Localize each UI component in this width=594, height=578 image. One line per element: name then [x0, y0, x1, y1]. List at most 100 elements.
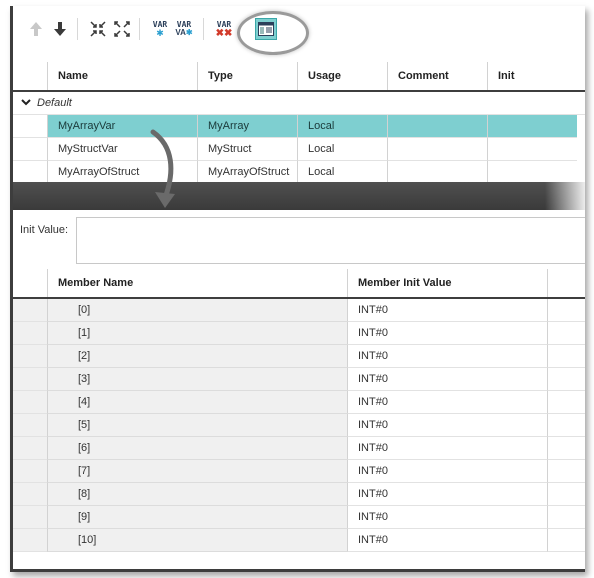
table-row[interactable]: [6] INT#0 [13, 437, 585, 460]
cell-usage[interactable]: Local [297, 161, 387, 184]
column-header-empty [547, 269, 585, 297]
row-header-cell [13, 269, 47, 297]
table-row[interactable]: [2] INT#0 [13, 345, 585, 368]
cell-empty [547, 345, 585, 368]
cell-empty [547, 506, 585, 529]
table-row[interactable]: [4] INT#0 [13, 391, 585, 414]
column-header-comment[interactable]: Comment [387, 62, 487, 90]
asterisk-icon: ✱ [156, 28, 164, 38]
highlight-ring [237, 11, 309, 55]
cell-comment[interactable] [387, 161, 487, 184]
cell-member-init-value[interactable]: INT#0 [347, 460, 547, 483]
column-header-type[interactable]: Type [197, 62, 297, 90]
cell-comment[interactable] [387, 138, 487, 161]
cell-member-name: [8] [47, 483, 347, 506]
cell-init[interactable] [487, 138, 577, 161]
move-down-button[interactable] [49, 18, 71, 40]
cell-member-init-value[interactable]: INT#0 [347, 368, 547, 391]
row-header-cell [13, 161, 47, 184]
cell-init[interactable] [487, 161, 577, 184]
group-label: Default [37, 97, 72, 109]
cell-empty [547, 391, 585, 414]
row-header-cell [13, 437, 47, 460]
table-row[interactable]: [9] INT#0 [13, 506, 585, 529]
toolbar-separator [77, 18, 78, 40]
collapse-all-icon [90, 21, 106, 37]
collapse-all-button[interactable] [87, 18, 109, 40]
cell-empty [547, 460, 585, 483]
cell-member-name: [2] [47, 345, 347, 368]
row-header-cell [13, 322, 47, 345]
toolbar-separator [139, 18, 140, 40]
expand-all-button[interactable] [111, 18, 133, 40]
row-header-cell [13, 391, 47, 414]
row-header-cell [13, 115, 47, 138]
cell-init[interactable] [487, 115, 577, 138]
member-grid-header: Member Name Member Init Value [13, 269, 585, 299]
init-value-field[interactable] [76, 217, 585, 264]
table-row[interactable]: [7] INT#0 [13, 460, 585, 483]
cell-member-name: [3] [47, 368, 347, 391]
table-row[interactable]: [3] INT#0 [13, 368, 585, 391]
delete-x-icon: ✖✖ [215, 27, 233, 39]
cell-member-init-value[interactable]: INT#0 [347, 299, 547, 322]
row-header-cell [13, 483, 47, 506]
var-sub-icon: VA✱ [175, 28, 193, 37]
cell-member-init-value[interactable]: INT#0 [347, 345, 547, 368]
cell-type[interactable]: MyArrayOfStruct [197, 161, 297, 184]
cell-member-name: [6] [47, 437, 347, 460]
cell-member-name: [4] [47, 391, 347, 414]
column-header-name[interactable]: Name [47, 62, 197, 90]
row-header-cell [13, 460, 47, 483]
column-header-init[interactable]: Init [487, 62, 577, 90]
table-row[interactable]: [5] INT#0 [13, 414, 585, 437]
cell-empty [547, 437, 585, 460]
row-header-cell [13, 138, 47, 161]
expand-all-icon [114, 21, 130, 37]
move-up-button[interactable] [25, 18, 47, 40]
cell-type[interactable]: MyStruct [197, 138, 297, 161]
row-header-cell [13, 414, 47, 437]
cell-member-init-value[interactable]: INT#0 [347, 391, 547, 414]
cell-member-name: [0] [47, 299, 347, 322]
cell-empty [547, 368, 585, 391]
row-header-cell [13, 529, 47, 552]
cell-member-name: [7] [47, 460, 347, 483]
move-down-icon [54, 22, 66, 36]
group-row-default[interactable]: Default [13, 92, 585, 115]
column-header-member-init-value[interactable]: Member Init Value [347, 269, 547, 297]
column-header-usage[interactable]: Usage [297, 62, 387, 90]
cell-member-name: [5] [47, 414, 347, 437]
table-row[interactable]: [1] INT#0 [13, 322, 585, 345]
cell-member-init-value[interactable]: INT#0 [347, 437, 547, 460]
row-header-cell [13, 368, 47, 391]
cell-usage[interactable]: Local [297, 138, 387, 161]
table-row[interactable]: MyStructVar MyStruct Local [13, 138, 585, 161]
table-row[interactable]: [10] INT#0 [13, 529, 585, 552]
cell-empty [547, 299, 585, 322]
row-header-cell [13, 345, 47, 368]
cell-comment[interactable] [387, 115, 487, 138]
table-row[interactable]: MyArrayOfStruct MyArrayOfStruct Local [13, 161, 585, 184]
cell-member-name: [10] [47, 529, 347, 552]
add-variable-in-out-button[interactable]: VAR VA✱ [173, 18, 195, 40]
cell-member-init-value[interactable]: INT#0 [347, 529, 547, 552]
variable-grid-header: Name Type Usage Comment Init [13, 62, 585, 92]
cell-usage[interactable]: Local [297, 115, 387, 138]
cell-member-init-value[interactable]: INT#0 [347, 506, 547, 529]
table-row[interactable]: [0] INT#0 [13, 299, 585, 322]
cell-empty [547, 414, 585, 437]
add-variable-button[interactable]: VAR ✱ [149, 18, 171, 40]
cell-type[interactable]: MyArray [197, 115, 297, 138]
row-header-cell [13, 62, 47, 90]
delete-variable-button[interactable]: VAR ✖✖ [213, 18, 235, 40]
splitter-fade [545, 182, 585, 210]
table-row[interactable]: MyArrayVar MyArray Local [13, 115, 585, 138]
cell-member-init-value[interactable]: INT#0 [347, 483, 547, 506]
cell-member-init-value[interactable]: INT#0 [347, 414, 547, 437]
column-header-member-name[interactable]: Member Name [47, 269, 347, 297]
table-row[interactable]: [8] INT#0 [13, 483, 585, 506]
row-header-cell [13, 299, 47, 322]
cell-member-init-value[interactable]: INT#0 [347, 322, 547, 345]
panel-splitter[interactable] [13, 182, 585, 210]
